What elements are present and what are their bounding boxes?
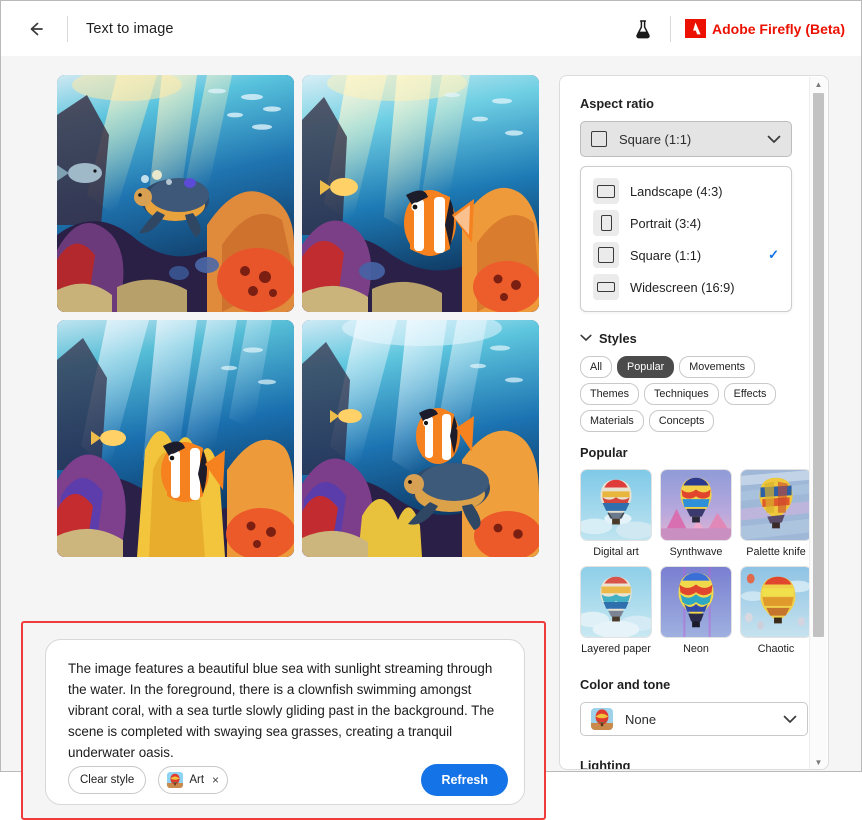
prompt-actions: Clear style Art × Refresh [68, 764, 508, 796]
generated-image-2[interactable] [302, 75, 539, 312]
color-tone-thumbnail [591, 708, 613, 730]
style-chip-thumbnail [167, 772, 184, 788]
style-filter-techniques[interactable]: Techniques [644, 383, 719, 405]
option-label: Square (1:1) [630, 247, 702, 263]
refresh-button[interactable]: Refresh [421, 764, 508, 796]
aspect-ratio-dropdown[interactable]: Landscape (4:3) Portrait (3:4) Square (1… [580, 166, 792, 312]
style-filter-concepts[interactable]: Concepts [648, 410, 715, 432]
brand-label: Adobe Firefly (Beta) [711, 20, 845, 37]
style-filter-materials[interactable]: Materials [580, 410, 644, 432]
style-thumbnail [660, 566, 732, 638]
style-label: Palette knife [746, 546, 806, 558]
generated-image-3[interactable] [57, 320, 294, 557]
caret-down-icon[interactable]: ▼ [810, 755, 827, 769]
style-thumbnail [660, 469, 732, 541]
style-label: Layered paper [581, 643, 651, 655]
rect-portrait-icon [593, 210, 619, 236]
aspect-ratio-heading: Aspect ratio [580, 96, 654, 111]
lighting-heading: Lighting [580, 758, 631, 770]
style-item-digital-art[interactable]: Digital art [580, 469, 652, 558]
adobe-logo-icon [684, 19, 706, 38]
caret-up-icon[interactable]: ▲ [810, 77, 827, 92]
style-filter-all[interactable]: All [580, 356, 612, 378]
style-label: Chaotic [757, 643, 795, 655]
popular-group-heading: Popular [580, 445, 628, 460]
style-label: Neon [683, 643, 709, 655]
brand-divider [669, 15, 671, 42]
options-sidebar: Aspect ratio Square (1:1) Landscape (4:3… [559, 75, 829, 770]
sidebar-content: Aspect ratio Square (1:1) Landscape (4:3… [560, 76, 828, 770]
option-label: Widescreen (16:9) [630, 279, 735, 295]
toolbar-divider [67, 15, 68, 42]
style-filter-effects[interactable]: Effects [723, 383, 777, 405]
chevron-down-icon [783, 712, 797, 727]
style-filter-themes[interactable]: Themes [580, 383, 640, 405]
style-thumbnail [740, 469, 812, 541]
style-item-synthwave[interactable]: Synthwave [660, 469, 732, 558]
flask-icon [636, 19, 650, 38]
styles-section-header[interactable]: Styles [580, 329, 828, 347]
clear-style-button[interactable]: Clear style [68, 766, 147, 794]
style-label: Digital art [593, 546, 639, 558]
prompt-input[interactable]: The image features a beautiful blue sea … [68, 658, 512, 763]
style-item-neon[interactable]: Neon [660, 566, 732, 655]
arrow-left-icon [30, 22, 43, 35]
style-label: Synthwave [669, 546, 723, 558]
style-thumbnail [580, 469, 652, 541]
rect-landscape-icon [593, 178, 619, 204]
style-item-palette-knife[interactable]: Palette knife [740, 469, 812, 558]
style-thumbnail [740, 566, 812, 638]
rect-widescreen-icon [593, 274, 619, 300]
scrollbar-thumb[interactable] [813, 93, 824, 637]
option-label: Landscape (4:3) [630, 183, 723, 199]
option-label: Portrait (3:4) [630, 215, 702, 231]
back-button[interactable] [19, 12, 53, 46]
style-chip-art[interactable]: Art × [158, 766, 229, 794]
page-title: Text to image [86, 20, 174, 37]
style-item-layered-paper[interactable]: Layered paper [580, 566, 652, 655]
color-and-tone-select[interactable]: None [580, 702, 808, 736]
rect-square-icon [591, 131, 607, 147]
aspect-ratio-option-widescreen[interactable]: Widescreen (16:9) [581, 271, 791, 303]
style-filter-popular[interactable]: Popular [617, 356, 675, 378]
aspect-ratio-option-landscape[interactable]: Landscape (4:3) [581, 175, 791, 207]
color-and-tone-selected-label: None [625, 711, 657, 727]
top-bar-actions: Adobe Firefly (Beta) [630, 15, 861, 42]
adobe-firefly-brand[interactable]: Adobe Firefly (Beta) [684, 19, 845, 38]
styles-heading: Styles [599, 330, 637, 346]
generated-image-1[interactable] [57, 75, 294, 312]
firefly-window: Text to image Adobe Firefly (Beta) The i… [0, 0, 862, 820]
color-and-tone-heading: Color and tone [580, 677, 671, 692]
style-thumbnails-grid: Digital art Synthwave Palette knife Laye… [580, 469, 828, 655]
chevron-down-icon [580, 329, 592, 347]
aspect-ratio-select[interactable]: Square (1:1) [580, 121, 792, 157]
rect-square-icon [593, 242, 619, 268]
aspect-ratio-option-portrait[interactable]: Portrait (3:4) [581, 207, 791, 239]
beta-flask-button[interactable] [630, 16, 656, 42]
main-content: The image features a beautiful blue sea … [1, 56, 861, 820]
aspect-ratio-selected-label: Square (1:1) [619, 131, 692, 147]
style-thumbnail [580, 566, 652, 638]
chevron-down-icon [767, 132, 781, 147]
top-bar: Text to image Adobe Firefly (Beta) [1, 1, 861, 57]
generated-images-grid [57, 75, 539, 557]
close-icon[interactable]: × [212, 773, 219, 787]
style-filter-movements[interactable]: Movements [679, 356, 756, 378]
generated-image-4[interactable] [302, 320, 539, 557]
style-filter-chips: All Popular Movements Themes Techniques … [580, 356, 812, 432]
prompt-card: The image features a beautiful blue sea … [45, 639, 525, 805]
check-icon: ✓ [768, 247, 779, 262]
sidebar-scrollbar[interactable]: ▲ ▼ [809, 77, 827, 769]
prompt-area-highlight: The image features a beautiful blue sea … [21, 621, 546, 820]
style-chip-label: Art [189, 774, 205, 786]
aspect-ratio-option-square[interactable]: Square (1:1) ✓ [581, 239, 791, 271]
style-item-chaotic[interactable]: Chaotic [740, 566, 812, 655]
